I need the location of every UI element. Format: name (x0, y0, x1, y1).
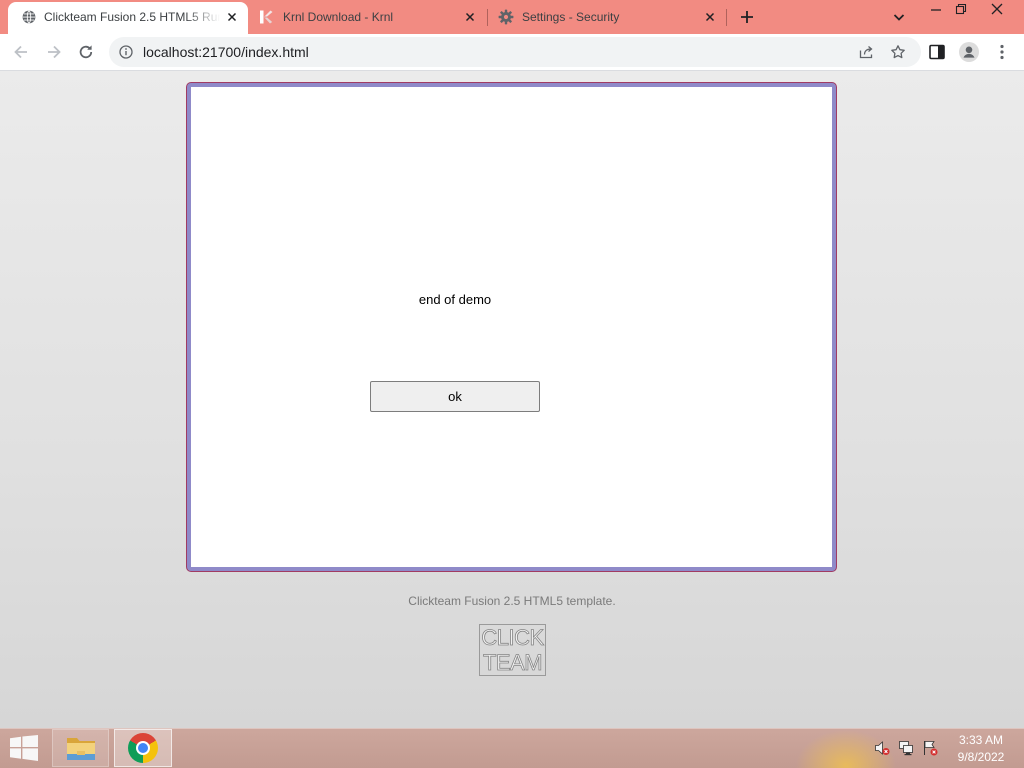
tab-close-icon[interactable] (462, 9, 478, 25)
logo-text-bottom: TEAM (482, 650, 543, 675)
clickteam-logo[interactable]: CLICK TEAM (479, 624, 546, 676)
taskbar-file-explorer-button[interactable] (52, 729, 109, 767)
new-tab-plus-icon[interactable] (739, 9, 755, 25)
profile-icon[interactable] (959, 42, 979, 62)
windows-taskbar: 3:33 AM 9/8/2022 (0, 728, 1024, 768)
url-text[interactable]: localhost:21700/index.html (143, 37, 309, 67)
windows-logo-icon[interactable] (10, 735, 38, 761)
template-caption: Clickteam Fusion 2.5 HTML5 template. (408, 594, 616, 608)
star-icon[interactable] (890, 44, 906, 60)
tab-settings[interactable]: Settings - Security (487, 2, 726, 34)
back-arrow-icon[interactable] (11, 42, 31, 62)
end-of-demo-message: end of demo (418, 292, 492, 307)
logo-text-top: CLICK (481, 625, 545, 650)
side-panel-icon[interactable] (927, 42, 947, 62)
forward-arrow-icon[interactable] (44, 42, 64, 62)
address-bar[interactable]: localhost:21700/index.html (109, 37, 921, 67)
tab-clickteam[interactable]: Clickteam Fusion 2.5 HTML5 Run (8, 2, 248, 34)
tab-title: Clickteam Fusion 2.5 HTML5 Run (44, 10, 220, 24)
info-icon[interactable] (119, 45, 133, 59)
system-clock[interactable]: 3:33 AM 9/8/2022 (950, 728, 1012, 768)
chrome-icon-core (138, 743, 148, 753)
browser-toolbar: localhost:21700/index.html (0, 34, 1024, 71)
tab-separator (726, 9, 727, 26)
volume-muted-icon[interactable] (874, 740, 890, 756)
web-page: end of demo ok Clickteam Fusion 2.5 HTML… (0, 71, 1024, 728)
krnl-icon (258, 9, 274, 25)
game-frame: end of demo ok (186, 82, 837, 572)
globe-icon (22, 10, 36, 24)
action-center-flag-icon[interactable] (922, 740, 938, 756)
taskbar-chrome-button[interactable] (114, 729, 172, 767)
tab-close-icon[interactable] (224, 9, 240, 25)
tab-close-icon[interactable] (702, 9, 718, 25)
tab-separator (487, 9, 488, 26)
share-icon[interactable] (858, 44, 874, 60)
chrome-icon (128, 733, 158, 763)
tab-title: Settings - Security (522, 10, 620, 24)
gear-icon (498, 9, 514, 25)
restore-icon[interactable] (955, 3, 967, 15)
menu-dots-icon[interactable] (992, 42, 1012, 62)
file-explorer-icon (65, 734, 97, 762)
game-canvas[interactable]: end of demo ok (191, 87, 832, 567)
tab-title: Krnl Download - Krnl (283, 10, 394, 24)
tab-krnl[interactable]: Krnl Download - Krnl (248, 2, 487, 34)
minimize-icon[interactable] (930, 4, 942, 16)
clock-date: 9/8/2022 (957, 750, 1005, 764)
tab-strip: Clickteam Fusion 2.5 HTML5 Run Krnl Down… (0, 0, 1024, 34)
network-icon[interactable] (898, 740, 914, 756)
close-window-icon[interactable] (991, 3, 1003, 15)
tab-search-chevron-down-icon[interactable] (891, 9, 907, 25)
reload-icon[interactable] (76, 42, 96, 62)
clock-time: 3:33 AM (958, 733, 1004, 747)
ok-button[interactable]: ok (370, 381, 540, 412)
